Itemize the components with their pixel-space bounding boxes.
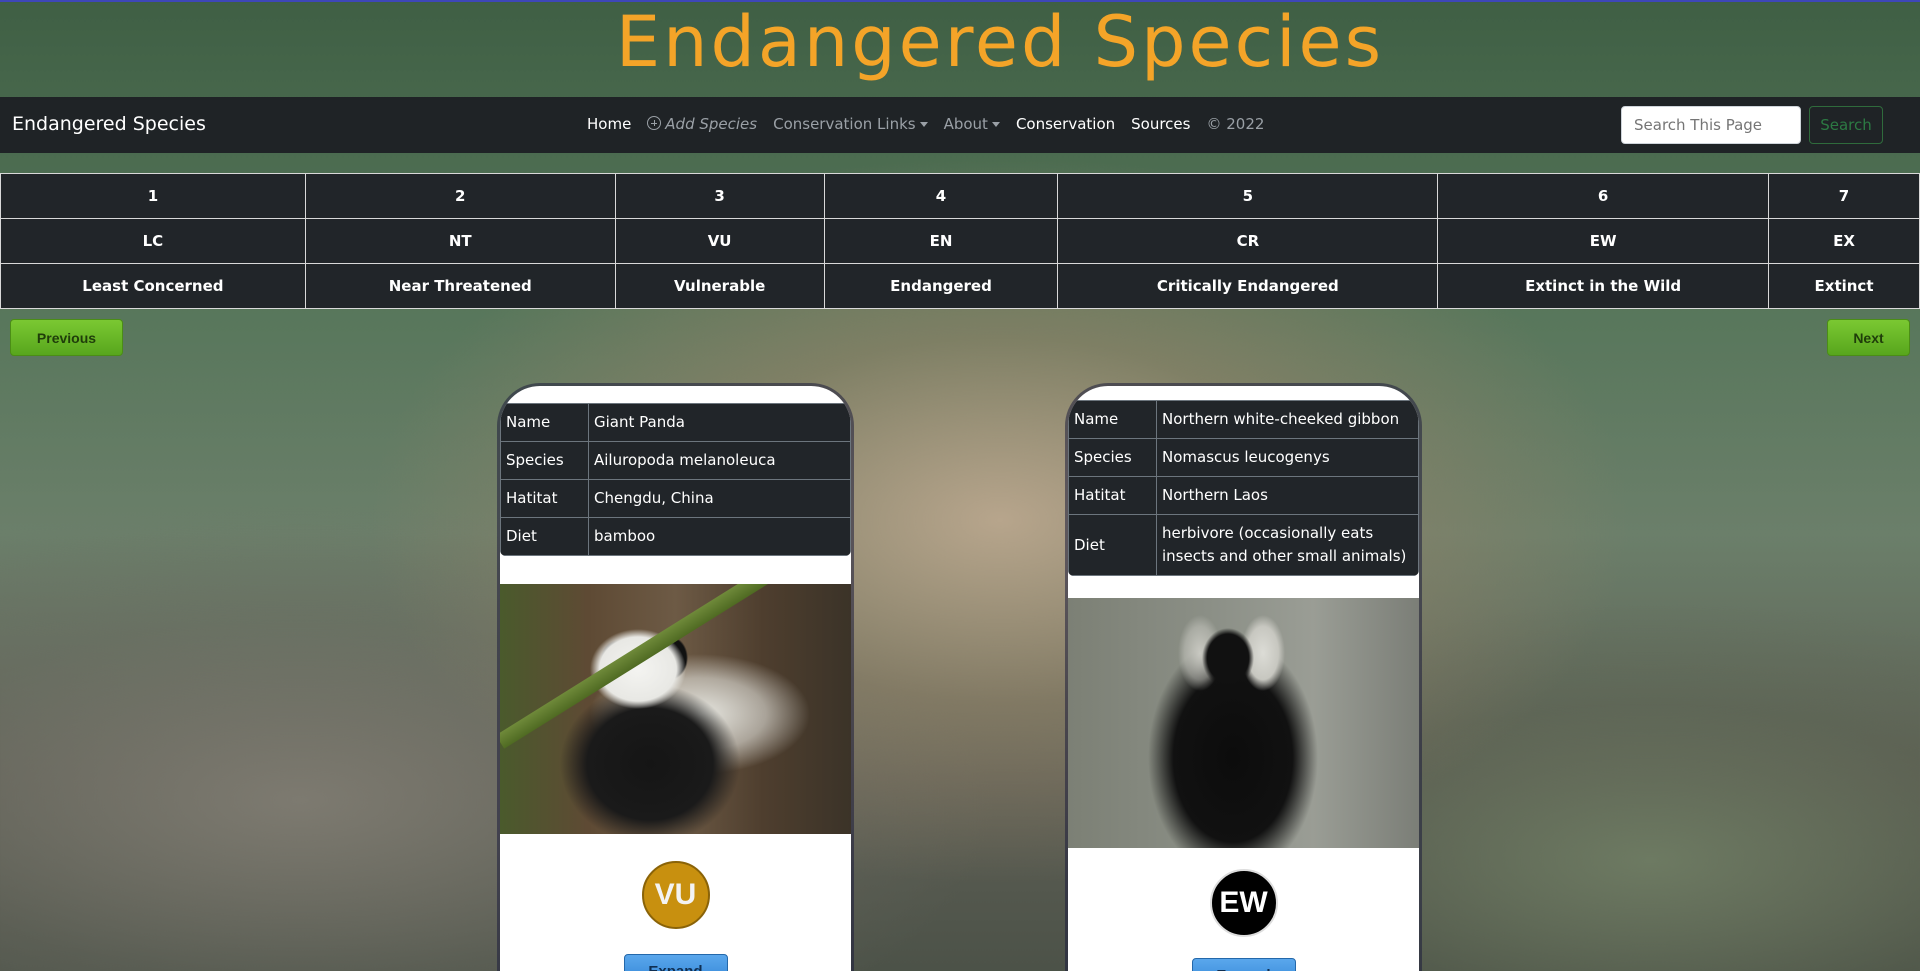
status-number-cell: 7 xyxy=(1768,173,1920,219)
info-value: Northern white-cheeked gibbon xyxy=(1156,400,1419,439)
navbar-brand[interactable]: Endangered Species xyxy=(12,113,206,135)
info-key: Name xyxy=(1068,400,1157,439)
status-number-row: 1 2 3 4 5 6 7 xyxy=(0,173,1920,219)
info-key: Diet xyxy=(1068,514,1157,576)
info-value: Chengdu, China xyxy=(588,479,851,518)
species-card-giant-panda: Name Giant Panda Species Ailuropoda melano… xyxy=(500,386,851,971)
info-value: herbivore (occasionally eats insects and… xyxy=(1156,514,1419,576)
status-badge-ew: EW xyxy=(1209,869,1278,937)
status-code-cell: EX xyxy=(1768,218,1920,264)
nav-copyright: © 2022 xyxy=(1206,115,1265,133)
info-key: Species xyxy=(1068,438,1157,477)
info-key: Hatitat xyxy=(1068,476,1157,515)
giant-panda-photo xyxy=(500,584,851,834)
status-name-cell: Near Threatened xyxy=(304,263,616,309)
status-code-row: LC NT VU EN CR EW EX xyxy=(0,218,1920,264)
table-row: Diet herbivore (occasionally eats insects… xyxy=(1068,514,1419,576)
status-name-cell: Vulnerable xyxy=(614,263,825,309)
conservation-status-table: 1 2 3 4 5 6 7 LC NT VU EN CR EW EX Least… xyxy=(0,173,1920,309)
table-row: Hatitat Northern Laos xyxy=(1068,476,1419,515)
status-code-cell: CR xyxy=(1057,218,1439,264)
nav-links: Home Add Species Conservation Links Abou… xyxy=(587,115,1280,133)
species-card-gibbon: Name Northern white-cheeked gibbon Specie… xyxy=(1068,386,1419,971)
expand-button[interactable]: Expand xyxy=(1191,958,1296,971)
status-name-cell: Critically Endangered xyxy=(1057,263,1439,309)
expand-button[interactable]: Expand xyxy=(623,954,728,971)
status-name-cell: Extinct xyxy=(1768,263,1920,309)
status-code-cell: NT xyxy=(304,218,616,264)
status-code-cell: VU xyxy=(614,218,825,264)
nav-add-species-label: Add Species xyxy=(665,115,758,133)
table-row: Name Northern white-cheeked gibbon xyxy=(1068,400,1419,439)
navbar: Endangered Species Home Add Species Cons… xyxy=(0,97,1920,153)
nav-sources[interactable]: Sources xyxy=(1131,115,1190,133)
status-code-cell: EN xyxy=(823,218,1059,264)
status-name-cell: Endangered xyxy=(823,263,1059,309)
status-number-cell: 6 xyxy=(1437,173,1770,219)
species-info-table: Name Giant Panda Species Ailuropoda melano… xyxy=(500,403,851,556)
status-badge-vu: VU xyxy=(641,861,710,929)
search-input[interactable] xyxy=(1621,106,1801,144)
status-number-cell: 2 xyxy=(304,173,616,219)
status-number-cell: 3 xyxy=(614,173,825,219)
previous-button[interactable]: Previous xyxy=(10,319,123,356)
caret-down-icon xyxy=(991,122,1000,127)
status-name-cell: Extinct in the Wild xyxy=(1437,263,1770,309)
info-key: Diet xyxy=(500,517,589,556)
table-row: Species Ailuropoda melanoleuca xyxy=(500,441,851,480)
gibbon-photo xyxy=(1068,598,1419,848)
status-code-cell: LC xyxy=(0,218,306,264)
info-value: Northern Laos xyxy=(1156,476,1419,515)
bamboo-stalk xyxy=(500,584,810,749)
nav-home[interactable]: Home xyxy=(587,115,631,133)
status-number-cell: 5 xyxy=(1057,173,1439,219)
table-row: Species Nomascus leucogenys xyxy=(1068,438,1419,477)
species-info-table: Name Northern white-cheeked gibbon Specie… xyxy=(1068,400,1419,576)
info-value: Nomascus leucogenys xyxy=(1156,438,1419,477)
nav-about-label: About xyxy=(943,115,988,133)
nav-add-species[interactable]: Add Species xyxy=(647,115,757,133)
info-value: Giant Panda xyxy=(588,403,851,442)
status-number-cell: 1 xyxy=(0,173,306,219)
info-key: Name xyxy=(500,403,589,442)
status-number-cell: 4 xyxy=(823,173,1059,219)
plus-circle-icon xyxy=(647,116,662,130)
nav-about-dropdown[interactable]: About xyxy=(944,115,1000,133)
caret-down-icon xyxy=(919,122,928,127)
next-button[interactable]: Next xyxy=(1827,319,1910,356)
table-row: Name Giant Panda xyxy=(500,403,851,442)
nav-conservation[interactable]: Conservation xyxy=(1016,115,1115,133)
info-key: Species xyxy=(500,441,589,480)
info-key: Hatitat xyxy=(500,479,589,518)
table-row: Diet bamboo xyxy=(500,517,851,556)
status-name-cell: Least Concerned xyxy=(0,263,306,309)
nav-conservation-links-label: Conservation Links xyxy=(773,115,916,133)
search-button[interactable]: Search xyxy=(1809,106,1883,144)
status-code-cell: EW xyxy=(1437,218,1770,264)
nav-conservation-links-dropdown[interactable]: Conservation Links xyxy=(773,115,928,133)
info-value: Ailuropoda melanoleuca xyxy=(588,441,851,480)
status-name-row: Least Concerned Near Threatened Vulnerab… xyxy=(0,263,1920,309)
table-row: Hatitat Chengdu, China xyxy=(500,479,851,518)
site-title: Endangered Species xyxy=(615,1,1385,83)
info-value: bamboo xyxy=(588,517,851,556)
